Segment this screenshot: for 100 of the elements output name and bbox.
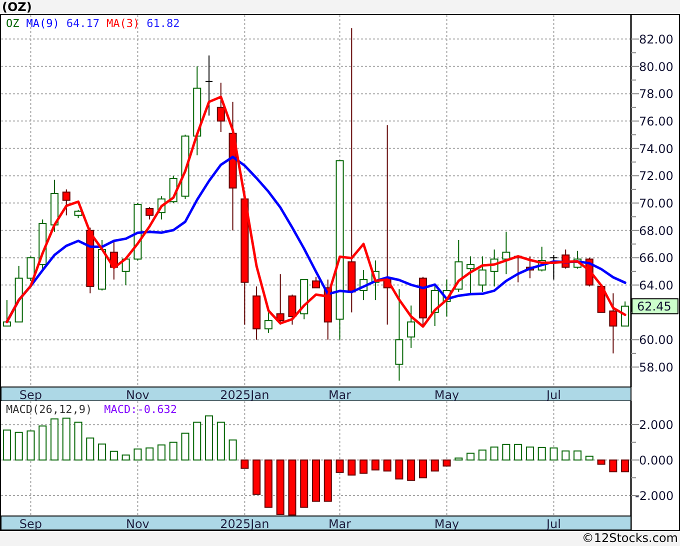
histogram-bar (466, 452, 475, 460)
histogram-bar (26, 430, 35, 460)
candlestick (157, 196, 166, 220)
histogram-bar (181, 432, 190, 460)
candlestick (621, 300, 630, 327)
histogram-bar (98, 444, 106, 460)
histogram-bar (395, 460, 404, 480)
candlestick (478, 256, 486, 292)
histogram-bar (276, 460, 284, 515)
axis-label: 78.00 (639, 87, 674, 102)
candlestick (490, 249, 498, 287)
candlestick (300, 279, 308, 320)
histogram-bar (348, 460, 356, 476)
candlestick (216, 82, 225, 132)
histogram-bar (14, 432, 23, 460)
candlestick (205, 54, 214, 116)
histogram-bar (538, 446, 546, 460)
candlestick (526, 256, 534, 279)
axis-label: 64.00 (639, 278, 674, 293)
histogram-bar (240, 460, 249, 469)
histogram-bar (336, 460, 344, 473)
axis-label: Mar (328, 517, 352, 530)
histogram-bar (609, 460, 618, 472)
candlestick (181, 134, 190, 200)
axis-label: 60.00 (639, 333, 674, 348)
legend-label: MA(9) (26, 17, 60, 30)
last-price-tag: 62.45 (632, 298, 678, 314)
candlestick (550, 254, 558, 280)
candlestick (609, 292, 618, 354)
axis-label: 68.00 (639, 224, 674, 238)
histogram-bar (169, 442, 178, 460)
candlestick (86, 227, 94, 294)
candlestick (324, 279, 332, 340)
histogram-bar (205, 415, 214, 460)
histogram-bar (146, 447, 154, 460)
axis-label: 82.00 (639, 32, 674, 47)
histogram-bar (228, 439, 237, 460)
candlestick (110, 239, 118, 280)
histogram-bar (371, 460, 380, 470)
candlestick (14, 265, 23, 322)
histogram-bar (110, 450, 118, 460)
axis-label: 76.00 (639, 114, 674, 129)
axis-label: Nov (126, 517, 150, 530)
histogram-bar (418, 460, 427, 478)
histogram-bar (454, 458, 463, 460)
axis-label: 2.000 (639, 418, 674, 432)
candlestick (502, 231, 510, 275)
legend-value: 61.82 (146, 17, 180, 30)
histogram-bar (86, 438, 94, 460)
candlestick (430, 284, 439, 327)
histogram-bar (490, 446, 498, 460)
histogram-bar (2, 430, 11, 460)
legend-value: 64.17 (66, 17, 100, 30)
histogram-bar (216, 422, 225, 460)
histogram-bar (430, 460, 439, 472)
histogram-bar (264, 460, 272, 508)
candlestick (407, 305, 416, 348)
histogram-bar (288, 460, 296, 516)
histogram-bar (300, 460, 308, 508)
legend-label: MA(3) (106, 17, 140, 30)
candlestick (454, 239, 463, 292)
histogram-bar (134, 448, 142, 460)
legend-label: MACD(26,12,9) (6, 403, 92, 416)
axis-label: 66.00 (639, 251, 674, 266)
axis-label: Mar (328, 388, 352, 401)
histogram-bar (62, 418, 70, 460)
candlestick (442, 279, 451, 317)
candlestick (252, 286, 261, 340)
candlestick (288, 294, 296, 326)
candlestick (26, 256, 35, 282)
axis-label: Nov (126, 388, 150, 401)
histogram-bar (252, 460, 261, 495)
candlestick (264, 312, 272, 334)
axis-label: 0.000 (639, 454, 674, 468)
candlestick (2, 300, 11, 327)
histogram-bar (597, 460, 606, 465)
histogram-bar (502, 444, 510, 460)
axis-label: 74.00 (639, 142, 674, 156)
copyright-text: ©12Stocks.com (582, 532, 678, 545)
candlestick (122, 257, 130, 286)
axis-label: 70.00 (639, 196, 674, 211)
candlestick (62, 188, 70, 216)
axis-label: -2.000 (635, 488, 674, 503)
candlestick (312, 276, 320, 288)
histogram-bar (514, 444, 522, 460)
histogram-bar (157, 444, 166, 460)
histogram-bar (550, 447, 558, 460)
axis-label: 72.00 (639, 169, 674, 184)
histogram-bar (383, 460, 392, 472)
symbol-label: OZ (6, 17, 20, 30)
histogram-bar (574, 450, 582, 460)
histogram-bar (526, 446, 534, 460)
candlestick (74, 209, 82, 219)
candlestick (50, 179, 58, 232)
histogram-bar (50, 418, 58, 460)
axis-label: 58.00 (639, 360, 674, 375)
histogram-bar (407, 460, 416, 481)
histogram-bar (562, 450, 570, 460)
histogram-bar (478, 450, 486, 460)
histogram-bar (585, 456, 594, 460)
